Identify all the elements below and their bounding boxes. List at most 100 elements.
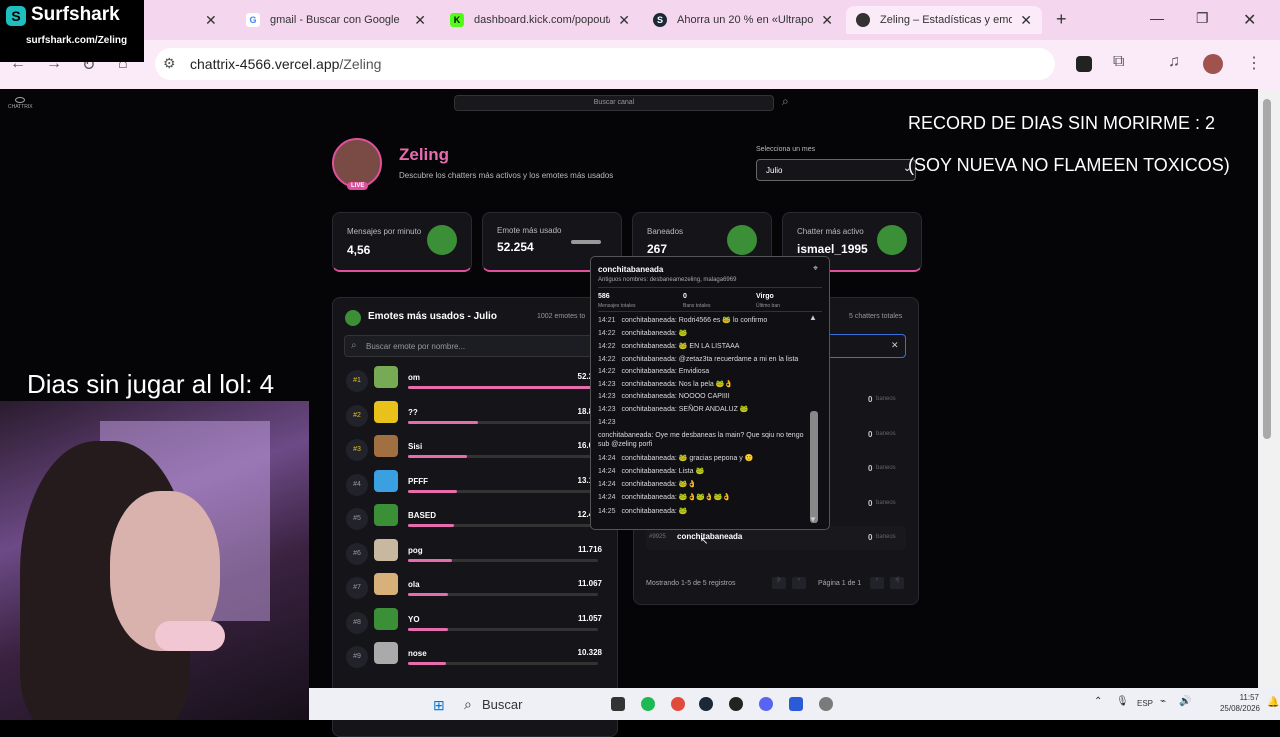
emote-usage-fill (408, 627, 448, 631)
app-icon[interactable] (729, 697, 743, 711)
new-tab-icon[interactable]: + (1056, 9, 1067, 30)
chrome-icon[interactable] (671, 697, 685, 711)
emote-row[interactable]: #8 YO 11.057 (346, 607, 606, 642)
microphone-icon[interactable]: 🎙 (1116, 696, 1129, 707)
emote-row[interactable]: #4PFFF13.191 (346, 469, 606, 504)
emote-rank: #8 (346, 611, 368, 634)
language-indicator[interactable]: ESP (1137, 699, 1153, 708)
extension-icon[interactable] (1076, 56, 1092, 72)
ban-count-label: baneos (876, 430, 896, 437)
tab-chattrix[interactable]: Zeling – Estadísticas y emotes en Ch ✕ (846, 6, 1042, 34)
volume-icon[interactable]: 🔊 (1179, 696, 1191, 707)
steam-icon[interactable] (699, 697, 713, 711)
ban-count-label: baneos (876, 499, 896, 506)
close-tab-icon[interactable]: ✕ (821, 12, 833, 29)
last-page-button[interactable]: ›| (890, 577, 904, 589)
emote-row[interactable]: #1om52.254 (346, 366, 606, 400)
media-control-icon[interactable]: ♫ (1168, 53, 1180, 71)
emote-name: pog (408, 545, 423, 555)
address-bar[interactable]: ⚙ chattrix-4566.vercel.app/Zeling (155, 48, 1055, 80)
close-window-icon[interactable]: ✕ (1243, 10, 1256, 30)
tray-chevron-icon[interactable]: ⌃ (1094, 696, 1102, 707)
emote-rank: #6 (346, 542, 368, 565)
scroll-up-icon[interactable]: ▲ (809, 313, 817, 322)
search-icon[interactable]: ⌕ (464, 696, 472, 713)
page-scrollbar[interactable] (1258, 89, 1280, 689)
chat-timestamp: 14:23 (598, 418, 616, 426)
close-tab-icon[interactable]: ✕ (1020, 12, 1032, 29)
tab-gmail-search[interactable]: G gmail - Buscar con Google ✕ (236, 6, 436, 34)
extensions-puzzle-icon[interactable]: ⧉ (1113, 53, 1124, 71)
popup-scrollbar[interactable] (810, 411, 818, 523)
divider (598, 287, 822, 288)
clear-icon[interactable]: ✕ (891, 340, 899, 351)
emote-search-input[interactable]: ⌕ Buscar emote por nombre... (344, 335, 606, 357)
emote-count: 11.057 (577, 613, 602, 623)
emote-row[interactable]: #3Sisi16.089 (346, 435, 606, 469)
scroll-down-icon[interactable]: ▼ (809, 515, 817, 524)
close-tab-icon[interactable]: ✕ (205, 12, 217, 29)
minimize-icon[interactable]: — (1150, 10, 1164, 26)
emote-row[interactable]: #9 nose 10.328 (346, 642, 606, 676)
chattrix-logo[interactable]: CHATTRIX (8, 97, 33, 110)
spotify-icon[interactable] (641, 697, 655, 711)
stat-value: 586 (598, 293, 610, 300)
emote-rank: #7 (346, 577, 368, 599)
channel-search-input[interactable]: Buscar canal (454, 95, 774, 111)
clock-date[interactable]: 25/08/2026 (1202, 704, 1260, 713)
chat-timestamp: 14:24 (598, 481, 616, 489)
site-info-icon[interactable]: ⚙ (163, 55, 176, 72)
chat-timestamp: 14:21 (598, 317, 616, 324)
emote-image (374, 642, 398, 664)
chat-text: conchitabaneada: 🐸 EN LA LISTAAA (621, 343, 740, 351)
emote-usage-fill (408, 662, 446, 665)
url-domain: chattrix-4566.vercel.app (190, 56, 340, 72)
clock-time[interactable]: 11:57 (1223, 693, 1259, 702)
kick-icon: K (450, 13, 464, 27)
first-page-button[interactable]: |‹ (772, 577, 786, 589)
chat-text: conchitabaneada: Lista 🐸 (621, 468, 705, 476)
chat-message: 14:23 (598, 419, 808, 426)
live-badge: LIVE (347, 182, 369, 190)
popup-message-list: 14:21 conchitabaneada: Rodri4566 es 🐸 lo … (598, 316, 808, 524)
network-icon[interactable]: ⌁ (1160, 696, 1166, 707)
chat-text: conchitabaneada: 🐸 (621, 507, 688, 515)
emote-rank: #5 (346, 508, 368, 530)
close-tab-icon[interactable]: ✕ (618, 12, 630, 29)
notifications-icon[interactable]: 🔔 (1267, 697, 1279, 708)
file-explorer-icon[interactable] (611, 697, 625, 711)
tab-steam[interactable]: S Ahorra un 20 % en «Ultrapool» en S ✕ (643, 6, 843, 34)
emote-row[interactable]: #2??18.861 (346, 400, 606, 435)
app-icon[interactable] (789, 697, 803, 711)
next-page-button[interactable]: › (870, 577, 884, 589)
settings-icon[interactable] (819, 697, 833, 711)
close-tab-icon[interactable]: ✕ (414, 12, 426, 29)
tab-kick-dashboard[interactable]: K dashboard.kick.com/popout/zeling/ ✕ (440, 6, 640, 34)
metric-value: 52.254 (497, 240, 534, 254)
search-icon[interactable]: ⌕ (782, 94, 789, 109)
emote-usage-bar (408, 662, 598, 665)
chat-text: conchitabaneada: Nos la pela 🐸👌 (621, 380, 734, 388)
emote-image (374, 469, 398, 492)
chat-text: conchitabaneada: Oye me desbaneas la mai… (598, 431, 804, 448)
emote-row[interactable]: #6 pog 11.716 (346, 538, 606, 573)
emote-row[interactable]: #7 ola 11.067 (346, 573, 606, 607)
chat-timestamp: 14:25 (598, 507, 616, 515)
discord-icon[interactable] (759, 697, 773, 711)
menu-kebab-icon[interactable]: ⋮ (1246, 53, 1262, 73)
pin-icon[interactable]: ⌖ (813, 263, 818, 274)
profile-avatar[interactable] (1203, 54, 1223, 74)
windows-start-icon[interactable]: ⊞ (433, 697, 445, 714)
taskbar-search[interactable]: Buscar (482, 697, 522, 712)
ban-count-label: baneos (876, 396, 896, 402)
month-select[interactable]: Julio ⌄ (756, 159, 916, 181)
chat-message: 14:22 conchitabaneada: 🐸 EN LA LISTAAA (598, 342, 808, 350)
chat-message: 14:21 conchitabaneada: Rodri4566 es 🐸 lo … (598, 316, 808, 324)
surfshark-logo-icon: S (6, 6, 26, 26)
chat-text: conchitabaneada: 🐸👌🐸👌🐸👌 (621, 494, 732, 502)
emote-name: ola (408, 580, 420, 589)
emote-row[interactable]: #5BASED12.414 (346, 504, 606, 538)
scroll-thumb[interactable] (1263, 99, 1271, 439)
restore-icon[interactable]: ❐ (1196, 10, 1209, 27)
prev-page-button[interactable]: ‹ (792, 577, 806, 589)
